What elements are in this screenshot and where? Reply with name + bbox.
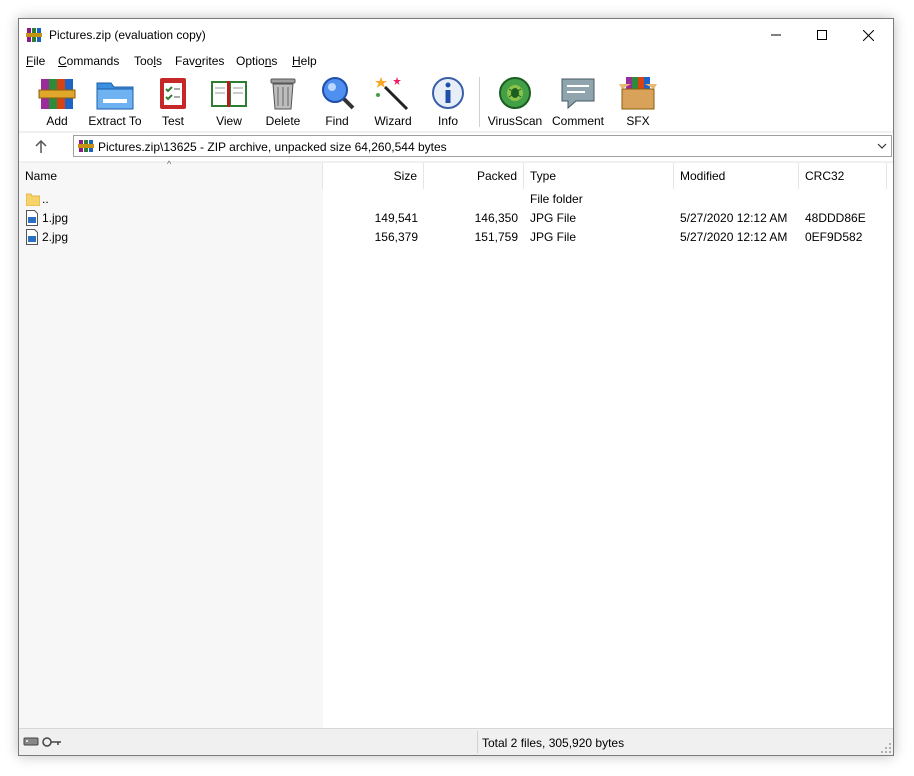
extract-to-label: Extract To xyxy=(88,114,142,128)
add-label: Add xyxy=(46,114,68,128)
find-button[interactable]: Find xyxy=(317,75,357,129)
winrar-app-icon xyxy=(26,28,42,42)
arrow-up-icon xyxy=(35,140,47,153)
view-label: View xyxy=(216,114,242,128)
info-button[interactable]: Info xyxy=(428,75,468,129)
address-path: Pictures.zip\13625 - ZIP archive, unpack… xyxy=(98,140,447,154)
column-header-size[interactable]: Size xyxy=(323,163,424,189)
trash-icon xyxy=(270,78,296,110)
file-modified: 5/27/2020 12:12 AM xyxy=(680,211,788,225)
file-crc32: 0EF9D582 xyxy=(805,230,863,244)
toolbar-separator xyxy=(479,77,480,127)
file-name: 1.jpg xyxy=(42,211,69,225)
menu-bar: File Commands Tools Favorites Options He… xyxy=(19,51,893,71)
file-list: ^ Name Size Packed Type Modified CRC32 .… xyxy=(19,159,893,729)
menu-help[interactable]: Help xyxy=(292,54,317,68)
maximize-icon xyxy=(817,30,827,40)
magic-wand-icon xyxy=(375,77,409,111)
comment-bubble-icon xyxy=(561,78,595,110)
view-button[interactable]: View xyxy=(207,75,251,129)
jpg-file-icon xyxy=(26,210,38,226)
test-label: Test xyxy=(161,114,184,128)
menu-commands[interactable]: Commands xyxy=(58,54,119,68)
column-header-type[interactable]: Type xyxy=(524,163,674,189)
extract-to-button[interactable]: Extract To xyxy=(86,75,144,129)
column-header-modified[interactable]: Modified xyxy=(674,163,799,189)
find-label: Find xyxy=(325,114,349,128)
file-type: File folder xyxy=(530,192,583,206)
menu-options[interactable]: Options xyxy=(236,54,277,68)
add-to-archive-icon xyxy=(38,79,76,109)
file-name: 2.jpg xyxy=(42,230,69,244)
virusscan-label: VirusScan xyxy=(487,114,543,128)
info-label: Info xyxy=(437,114,458,128)
close-icon xyxy=(862,29,874,41)
sfx-label: SFX xyxy=(626,114,650,128)
jpg-file-icon xyxy=(26,229,38,245)
wizard-label: Wizard xyxy=(374,114,412,128)
extract-folder-icon xyxy=(96,82,134,110)
file-row[interactable]: .. File folder xyxy=(19,190,893,209)
comment-button[interactable]: Comment xyxy=(551,75,605,129)
wizard-button[interactable]: Wizard xyxy=(373,75,413,129)
menu-file[interactable]: File xyxy=(26,54,45,68)
file-name: .. xyxy=(42,192,49,206)
column-header-name[interactable]: Name xyxy=(19,163,323,189)
file-crc32: 48DDD86E xyxy=(805,211,866,225)
title-bar: Pictures.zip (evaluation copy) xyxy=(19,19,893,51)
minimize-icon xyxy=(771,34,781,36)
file-modified: 5/27/2020 12:12 AM xyxy=(680,230,788,244)
column-header-packed[interactable]: Packed xyxy=(424,163,524,189)
virusscan-button[interactable]: VirusScan xyxy=(487,75,543,129)
delete-button[interactable]: Delete xyxy=(263,75,303,129)
file-size: 156,379 xyxy=(374,230,418,244)
view-book-icon xyxy=(211,81,247,107)
comment-label: Comment xyxy=(551,114,604,128)
sfx-button[interactable]: SFX xyxy=(617,75,659,129)
chevron-down-icon[interactable] xyxy=(877,141,887,151)
file-packed: 146,350 xyxy=(474,211,518,225)
file-packed: 151,759 xyxy=(474,230,518,244)
menu-favorites[interactable]: Favorites xyxy=(175,54,224,68)
file-type: JPG File xyxy=(530,211,577,225)
minimize-button[interactable] xyxy=(753,19,799,51)
drive-and-key-icon[interactable] xyxy=(23,735,63,749)
name-column-background xyxy=(19,163,323,729)
winrar-window: Pictures.zip (evaluation copy) File Comm… xyxy=(18,18,894,756)
status-bar: Total 2 files, 305,920 bytes xyxy=(19,728,893,755)
close-button[interactable] xyxy=(845,19,891,51)
up-one-level-button[interactable] xyxy=(31,137,51,157)
window-title: Pictures.zip (evaluation copy) xyxy=(49,28,206,42)
column-header-crc32[interactable]: CRC32 xyxy=(799,163,887,189)
file-row[interactable]: 2.jpg 156,379 151,759 JPG File 5/27/2020… xyxy=(19,228,893,247)
toolbar: Add Extract To Test View Delete Find Wiz… xyxy=(19,71,893,131)
sfx-box-icon xyxy=(619,77,657,110)
test-button[interactable]: Test xyxy=(153,75,193,129)
maximize-button[interactable] xyxy=(799,19,845,51)
file-row[interactable]: 1.jpg 149,541 146,350 JPG File 5/27/2020… xyxy=(19,209,893,228)
menu-tools[interactable]: Tools xyxy=(134,54,162,68)
test-clipboard-icon xyxy=(160,78,186,109)
status-divider xyxy=(477,731,478,753)
archive-icon xyxy=(78,140,94,152)
status-summary: Total 2 files, 305,920 bytes xyxy=(482,736,625,750)
resize-grip-icon[interactable] xyxy=(881,743,891,753)
file-type: JPG File xyxy=(530,230,577,244)
delete-label: Delete xyxy=(265,114,301,128)
folder-icon xyxy=(26,193,40,206)
file-size: 149,541 xyxy=(374,211,418,225)
magnifier-icon xyxy=(322,77,355,110)
address-bar: Pictures.zip\13625 - ZIP archive, unpack… xyxy=(19,133,893,161)
path-combobox[interactable]: Pictures.zip\13625 - ZIP archive, unpack… xyxy=(73,135,892,157)
add-button[interactable]: Add xyxy=(34,75,80,129)
info-icon xyxy=(432,77,464,109)
virus-scan-icon xyxy=(499,77,531,109)
